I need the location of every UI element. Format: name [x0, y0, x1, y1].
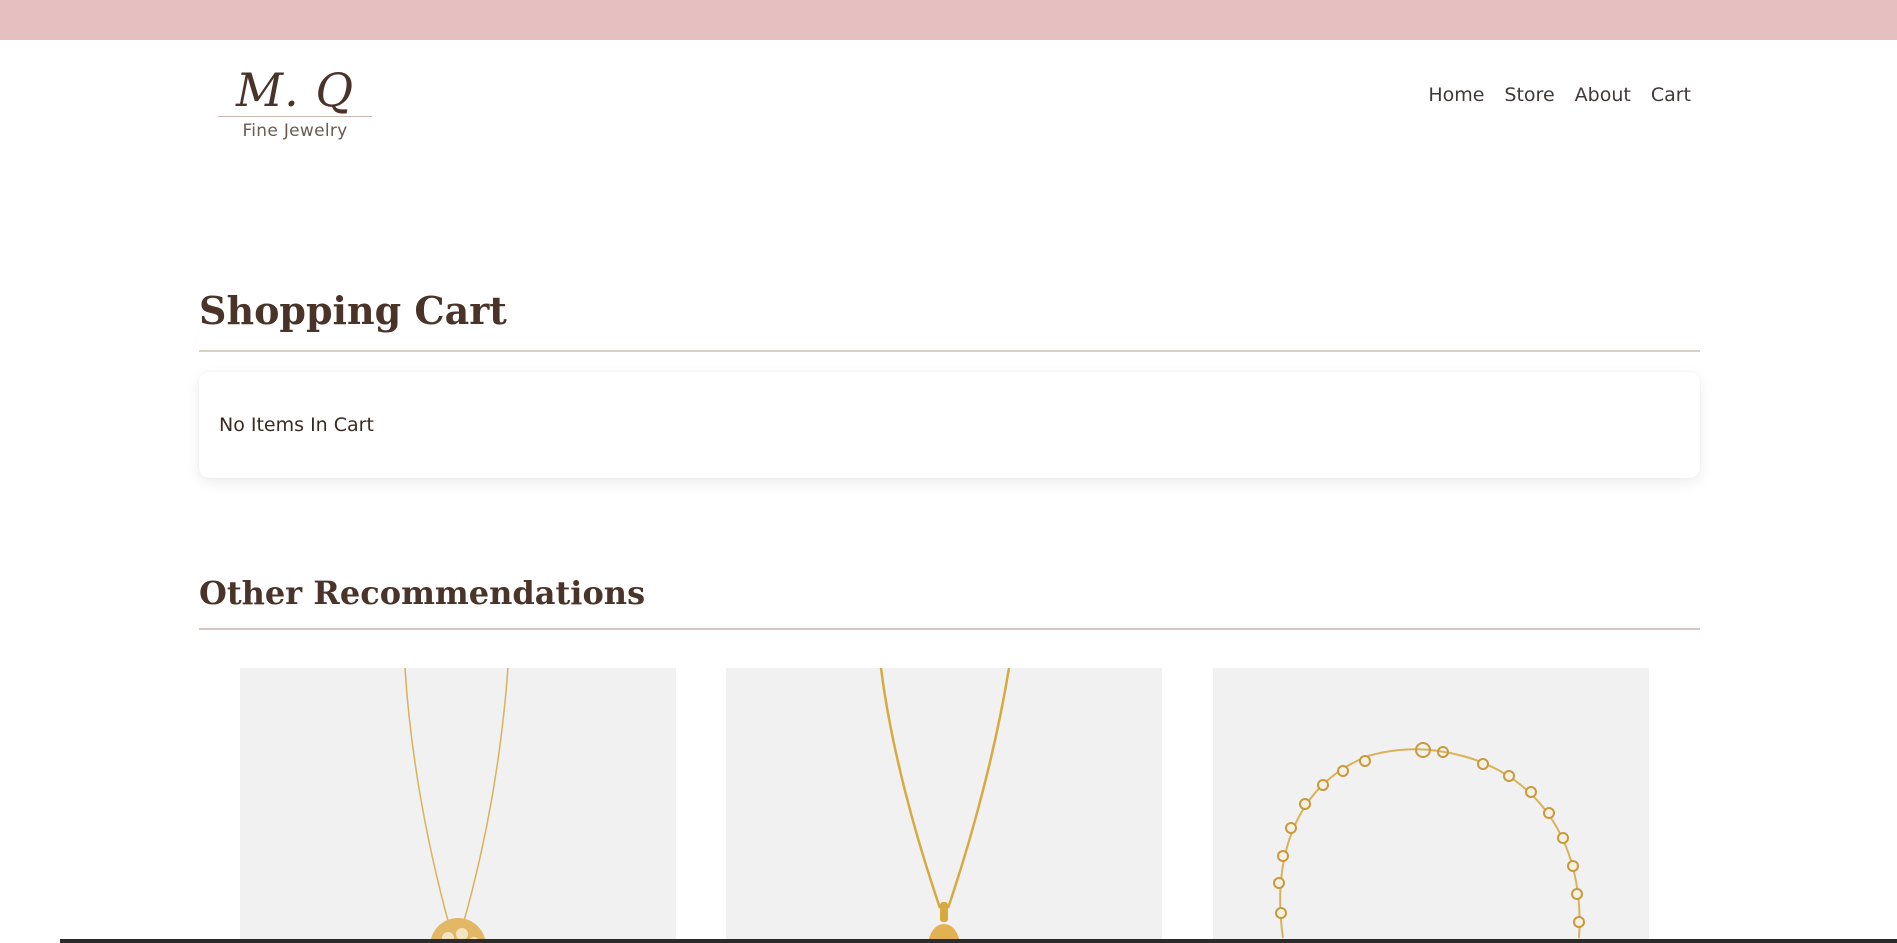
cart-panel: No Items In Cart [199, 372, 1700, 478]
recommendation-card-necklace-pendant[interactable] [726, 668, 1162, 943]
nav-home[interactable]: Home [1428, 84, 1484, 106]
logo-mark: M. Q [235, 63, 355, 117]
recommendations-divider [199, 628, 1700, 630]
bracelet-image [1273, 742, 1585, 939]
main-nav: Home Store About Cart [1428, 84, 1691, 106]
top-banner [0, 0, 1897, 40]
page-title: Shopping Cart [199, 288, 507, 333]
site-header: M. Q Fine Jewelry Home Store About Cart [0, 40, 1897, 160]
bottom-edge-line [60, 939, 1897, 943]
nav-store[interactable]: Store [1504, 84, 1554, 106]
recommendation-card-necklace-disc[interactable] [240, 668, 676, 943]
nav-cart[interactable]: Cart [1651, 84, 1691, 106]
brand-logo[interactable]: M. Q Fine Jewelry [218, 66, 372, 146]
logo-subtitle: Fine Jewelry [242, 121, 348, 141]
cart-empty-message: No Items In Cart [219, 414, 374, 436]
recommendations-title: Other Recommendations [199, 574, 646, 612]
recommendation-card-bracelet[interactable] [1213, 668, 1649, 943]
necklace-pendant-image [879, 668, 1011, 943]
cart-title-divider [199, 350, 1700, 352]
nav-about[interactable]: About [1575, 84, 1631, 106]
necklace-disc-image [404, 668, 509, 943]
